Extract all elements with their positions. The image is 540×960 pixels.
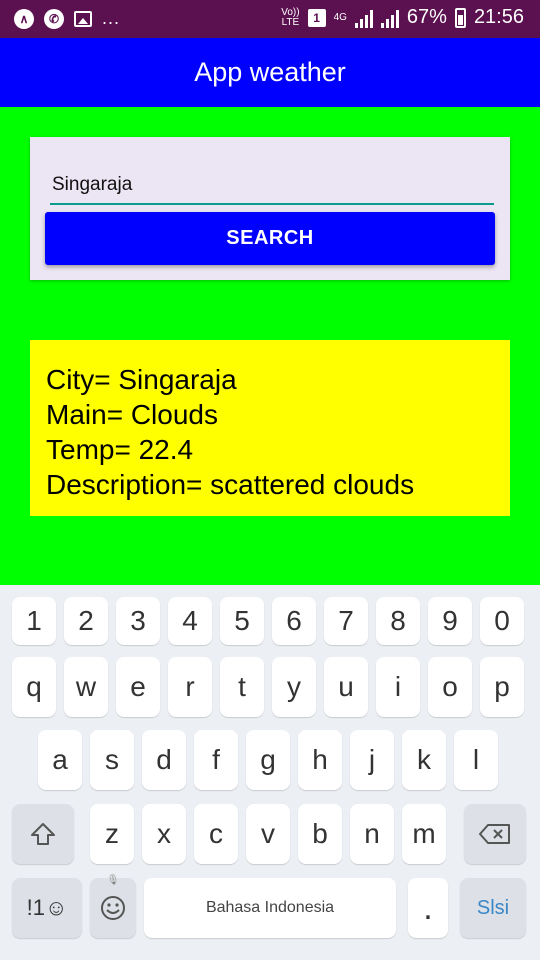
backspace-key[interactable] [464, 804, 526, 864]
shift-key[interactable] [12, 804, 74, 864]
done-key-label: Slsi [476, 896, 510, 919]
symbols-key[interactable]: !1☺ [12, 878, 82, 938]
key-r[interactable]: r [168, 657, 212, 717]
key-f[interactable]: f [194, 730, 238, 790]
signal-icon [354, 8, 373, 28]
key-n[interactable]: n [350, 804, 394, 864]
result-temp: Temp= 22.4 [46, 434, 194, 465]
key-q[interactable]: q [12, 657, 56, 717]
result-city: City= Singaraja [46, 364, 237, 395]
battery-icon [454, 7, 466, 28]
key-7[interactable]: 7 [324, 597, 368, 645]
key-y[interactable]: y [272, 657, 316, 717]
shift-icon [31, 823, 55, 845]
result-main: Main= Clouds [46, 399, 218, 430]
key-e[interactable]: e [116, 657, 160, 717]
key-2[interactable]: 2 [64, 597, 108, 645]
clock: 21:56 [473, 6, 524, 28]
key-z[interactable]: z [90, 804, 134, 864]
app-bar: App weather [0, 38, 540, 107]
key-k[interactable]: k [402, 730, 446, 790]
on-screen-keyboard: 1 2 3 4 5 6 7 8 9 0 q w e r t y u i o p … [0, 585, 540, 960]
city-input[interactable] [50, 167, 494, 205]
key-o[interactable]: o [428, 657, 472, 717]
space-key-label: Bahasa Indonesia [205, 899, 335, 916]
space-key[interactable]: Bahasa Indonesia [144, 878, 396, 938]
key-6[interactable]: 6 [272, 597, 316, 645]
volte-indicator: Vo)) LTE [281, 6, 300, 28]
key-j[interactable]: j [350, 730, 394, 790]
period-key-label: . [423, 888, 433, 927]
search-card: SEARCH [30, 137, 510, 280]
key-3[interactable]: 3 [116, 597, 160, 645]
key-0[interactable]: 0 [480, 597, 524, 645]
result-description: Description= scattered clouds [46, 469, 415, 500]
key-9[interactable]: 9 [428, 597, 472, 645]
network-type: 4G [333, 11, 347, 23]
battery-percent: 67% [406, 6, 447, 28]
signal-icon-2 [380, 8, 399, 28]
done-key[interactable]: Slsi [460, 878, 526, 938]
emoji-key[interactable]: 🎙 [90, 875, 136, 938]
sim-indicator: 1 [307, 8, 326, 27]
key-d[interactable]: d [142, 730, 186, 790]
key-x[interactable]: x [142, 804, 186, 864]
key-h[interactable]: h [298, 730, 342, 790]
weather-result-box: City= Singaraja Main= Clouds Temp= 22.4 … [30, 340, 510, 516]
key-m[interactable]: m [402, 804, 446, 864]
key-c[interactable]: c [194, 804, 238, 864]
key-u[interactable]: u [324, 657, 368, 717]
mic-hint-icon: 🎙 [106, 875, 120, 886]
key-v[interactable]: v [246, 804, 290, 864]
key-5[interactable]: 5 [220, 597, 264, 645]
key-1[interactable]: 1 [12, 597, 56, 645]
key-i[interactable]: i [376, 657, 420, 717]
key-4[interactable]: 4 [168, 597, 212, 645]
backspace-icon [479, 824, 510, 844]
key-b[interactable]: b [298, 804, 342, 864]
more-notifications-indicator: ... [102, 8, 121, 28]
key-a[interactable]: a [38, 730, 82, 790]
key-g[interactable]: g [246, 730, 290, 790]
app-title: App weather [194, 57, 346, 87]
app-notification-icon: ∧ [14, 8, 34, 29]
key-l[interactable]: l [454, 730, 498, 790]
period-key[interactable]: . [408, 878, 448, 938]
status-bar: ∧ ✆ ... Vo)) LTE 1 4G 67% 21:56 [0, 0, 540, 38]
search-button[interactable]: SEARCH [45, 212, 495, 265]
key-8[interactable]: 8 [376, 597, 420, 645]
key-p[interactable]: p [480, 657, 524, 717]
key-w[interactable]: w [64, 657, 108, 717]
key-s[interactable]: s [90, 730, 134, 790]
gallery-icon [74, 10, 92, 27]
emoji-icon [101, 896, 125, 920]
key-t[interactable]: t [220, 657, 264, 717]
whatsapp-icon: ✆ [44, 8, 64, 29]
